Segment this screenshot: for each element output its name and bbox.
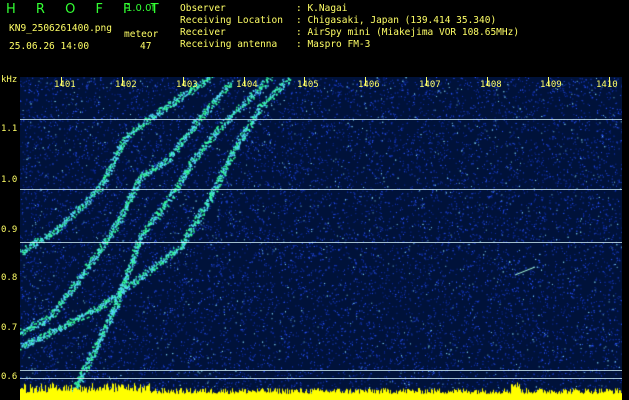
- file-name: KN9_2506261400.png: [9, 23, 112, 34]
- waterfall-plot: [20, 77, 622, 400]
- reference-line: [20, 370, 622, 371]
- x-tick-label: 1406: [358, 80, 380, 90]
- version-label: 1.0.0f: [126, 3, 155, 14]
- y-axis-unit: kHz: [1, 75, 18, 85]
- y-tick-label: 1.1: [1, 124, 18, 134]
- datetime-label: 25.06.26 14:00: [9, 41, 90, 52]
- x-tick-label: 1407: [419, 80, 441, 90]
- antenna-value: : Maspro FM-3: [296, 39, 371, 50]
- y-tick-label: 0.7: [1, 323, 18, 333]
- observer-value: : K.Nagai: [296, 3, 348, 14]
- meteor-count: 47: [140, 41, 152, 52]
- receiver-value: : AirSpy mini (Miakejima VOR 108.65MHz): [296, 27, 520, 38]
- reference-line: [20, 378, 622, 379]
- y-tick-label: 0.9: [1, 225, 18, 235]
- x-tick-label: 1403: [176, 80, 198, 90]
- reference-line: [20, 242, 622, 243]
- x-tick-label: 1401: [54, 80, 76, 90]
- x-tick-label: 1402: [115, 80, 137, 90]
- y-tick-label: 1.0: [1, 175, 18, 185]
- x-tick-label: 1405: [297, 80, 319, 90]
- location-label: Receiving Location: [180, 15, 283, 26]
- y-tick-label: 0.6: [1, 372, 18, 382]
- y-tick-label: 0.8: [1, 273, 18, 283]
- reference-line: [20, 189, 622, 190]
- antenna-label: Receiving antenna: [180, 39, 278, 50]
- receiver-label: Receiver: [180, 27, 226, 38]
- x-tick-label: 1408: [480, 80, 502, 90]
- observer-label: Observer: [180, 3, 226, 14]
- location-value: : Chigasaki, Japan (139.414 35.340): [296, 15, 497, 26]
- meteor-label: meteor: [124, 29, 159, 40]
- reference-line: [20, 119, 622, 120]
- x-tick-label: 1409: [540, 80, 562, 90]
- x-tick-label: 1410: [596, 80, 618, 90]
- x-tick-label: 1404: [236, 80, 258, 90]
- spectrogram-canvas: [20, 77, 622, 400]
